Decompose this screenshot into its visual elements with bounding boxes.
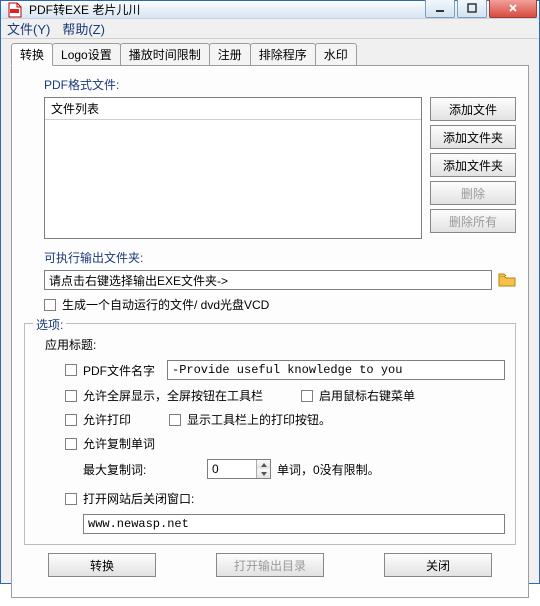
outdir-row (24, 270, 516, 290)
app-title-label: 应用标题: (45, 336, 505, 353)
window-controls (423, 0, 537, 18)
outdir-label: 可执行输出文件夹: (24, 249, 516, 266)
browse-folder-icon[interactable] (498, 271, 516, 289)
bottom-buttons: 转换 打开输出目录 关闭 (24, 545, 516, 585)
window-title: PDF转EXE 老片儿川 (29, 1, 423, 18)
closeafter-label: 打开网站后关闭窗口: (83, 490, 194, 507)
pdf-files-label: PDF格式文件: (24, 76, 516, 93)
autorun-checkbox[interactable] (44, 299, 56, 311)
options-legend: 选项: (33, 316, 66, 333)
convert-button[interactable]: 转换 (48, 553, 156, 577)
fullscreen-checkbox[interactable] (65, 390, 77, 402)
maxcopy-label: 最大复制词: (83, 461, 153, 478)
close-button[interactable] (489, 0, 537, 18)
app-icon (7, 2, 23, 18)
filename-checkbox[interactable] (65, 364, 77, 376)
print-checkbox[interactable] (65, 414, 77, 426)
spin-up[interactable] (256, 460, 270, 469)
printbtn-label: 显示工具栏上的打印按钮。 (187, 411, 331, 428)
maxcopy-value: 0 (212, 462, 219, 476)
copy-label: 允许复制单词 (83, 435, 155, 452)
maxcopy-input[interactable]: 0 (207, 459, 271, 479)
tab-watermark[interactable]: 水印 (315, 43, 357, 66)
app-window: PDF转EXE 老片儿川 文件(Y) 帮助(Z) 转换 Logo设置 播放时间限… (0, 0, 540, 584)
copy-checkbox[interactable] (65, 438, 77, 450)
outdir-input[interactable] (44, 270, 492, 290)
fullscreen-label: 允许全屏显示，全屏按钮在工具栏 (83, 387, 295, 404)
tab-exclude[interactable]: 排除程序 (250, 43, 316, 66)
rclick-label: 启用鼠标右键菜单 (319, 387, 415, 404)
delete-all-button[interactable]: 删除所有 (430, 209, 516, 233)
autorun-row: 生成一个自动运行的文件/ dvd光盘VCD (24, 296, 516, 313)
tabstrip: 转换 Logo设置 播放时间限制 注册 排除程序 水印 (11, 43, 529, 65)
tab-timelimit[interactable]: 播放时间限制 (120, 43, 210, 66)
tab-panel-convert: PDF格式文件: 文件列表 添加文件 添加文件夹 添加文件夹 删除 删除所有 可… (11, 65, 529, 598)
printbtn-checkbox[interactable] (169, 414, 181, 426)
delete-button[interactable]: 删除 (430, 181, 516, 205)
maxcopy-hint: 单词，0没有限制。 (277, 461, 380, 478)
print-label: 允许打印 (83, 411, 163, 428)
menu-file[interactable]: 文件(Y) (7, 19, 50, 38)
filename-label: PDF文件名字 (83, 362, 161, 379)
maximize-button[interactable] (457, 0, 487, 18)
autorun-label: 生成一个自动运行的文件/ dvd光盘VCD (62, 296, 269, 313)
close-app-button[interactable]: 关闭 (384, 553, 492, 577)
maxcopy-spinner (256, 460, 270, 478)
file-area: 文件列表 添加文件 添加文件夹 添加文件夹 删除 删除所有 (24, 97, 516, 239)
client-area: 转换 Logo设置 播放时间限制 注册 排除程序 水印 PDF格式文件: 文件列… (1, 39, 539, 606)
side-buttons: 添加文件 添加文件夹 添加文件夹 删除 删除所有 (430, 97, 516, 239)
app-title-input[interactable] (167, 360, 505, 380)
url-input[interactable] (83, 514, 505, 534)
minimize-button[interactable] (425, 0, 455, 18)
rclick-checkbox[interactable] (301, 390, 313, 402)
tab-convert[interactable]: 转换 (11, 43, 53, 66)
tab-register[interactable]: 注册 (209, 43, 251, 66)
open-output-button[interactable]: 打开输出目录 (216, 553, 324, 577)
options-fieldset: 选项: 应用标题: PDF文件名字 允许全屏显示，全屏按钮在工具栏 (24, 323, 516, 545)
add-folder-button-2[interactable]: 添加文件夹 (430, 153, 516, 177)
spin-down[interactable] (256, 469, 270, 478)
titlebar: PDF转EXE 老片儿川 (1, 1, 539, 19)
closeafter-checkbox[interactable] (65, 493, 77, 505)
tab-logo[interactable]: Logo设置 (52, 43, 121, 66)
menu-help[interactable]: 帮助(Z) (62, 19, 105, 38)
file-list[interactable]: 文件列表 (44, 97, 422, 239)
add-file-button[interactable]: 添加文件 (430, 97, 516, 121)
add-folder-button-1[interactable]: 添加文件夹 (430, 125, 516, 149)
file-list-header: 文件列表 (45, 98, 421, 120)
menubar: 文件(Y) 帮助(Z) (1, 19, 539, 39)
